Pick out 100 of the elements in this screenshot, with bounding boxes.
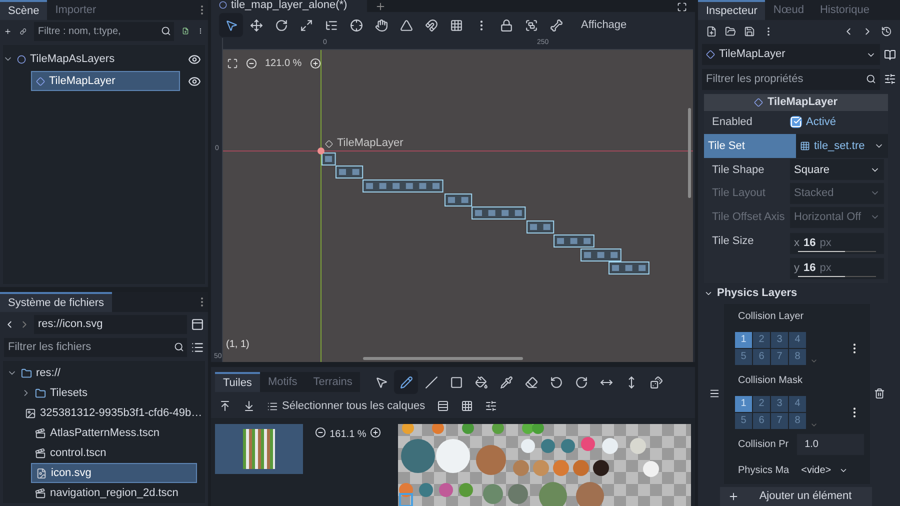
folder-icon xyxy=(21,368,32,378)
hand-icon xyxy=(374,18,388,32)
tree-item[interactable]: TileMapAsLayers xyxy=(13,49,180,69)
rectangle-icon xyxy=(450,376,463,388)
file-item[interactable]: Tilesets xyxy=(31,383,197,403)
grid-icon[interactable] xyxy=(461,400,474,412)
resource-picker[interactable]: tile_set.tre xyxy=(796,134,888,158)
dice-icon xyxy=(650,376,663,388)
view-menu[interactable]: Affichage xyxy=(577,16,631,34)
zoom-in-icon[interactable] xyxy=(310,58,321,70)
zoom-out-icon[interactable] xyxy=(246,58,257,70)
save-icon[interactable] xyxy=(744,26,755,36)
grid-icon xyxy=(450,18,462,32)
rotate-icon xyxy=(274,18,288,32)
doc-icon[interactable] xyxy=(884,48,896,60)
new-tab-icon[interactable] xyxy=(375,1,386,12)
pencil-icon xyxy=(400,376,413,388)
zoom-in-icon[interactable] xyxy=(370,427,382,438)
atlas-thumbnail[interactable] xyxy=(215,424,303,474)
fullscreen-icon[interactable] xyxy=(677,2,687,12)
rotate-right-icon xyxy=(574,376,588,388)
file-item[interactable]: res:// xyxy=(17,363,197,383)
panel-tab[interactable]: Scène xyxy=(0,0,48,20)
number-field[interactable]: x 16 px xyxy=(790,233,884,254)
file-item[interactable]: icon.svg xyxy=(31,463,197,483)
rotate-left-icon xyxy=(550,376,563,388)
panel-tab[interactable]: Tuiles xyxy=(215,372,260,392)
select-all-layers-button[interactable]: Sélectionner tous les calques xyxy=(267,398,426,414)
visibility-icon[interactable] xyxy=(188,52,201,66)
file-item[interactable]: AtlasPatternMess.tscn xyxy=(31,423,197,443)
file-icon xyxy=(35,428,46,438)
checkbox-icon xyxy=(790,116,802,128)
filter-field[interactable]: Filtre : nom, t:type, xyxy=(34,22,174,40)
property-label: Tile Offset Axis xyxy=(711,210,786,225)
zoom-level: 161.1 % xyxy=(330,428,366,442)
search-icon[interactable] xyxy=(866,74,876,84)
group-icon xyxy=(524,18,538,32)
ruler-icon xyxy=(400,18,412,32)
picker-icon xyxy=(500,376,513,388)
bone-icon xyxy=(550,18,562,32)
node-icon xyxy=(754,98,764,108)
dropdown[interactable]: Square xyxy=(790,159,884,180)
property-label[interactable]: Tile Set xyxy=(704,134,796,158)
zoom-out-icon[interactable] xyxy=(314,427,326,438)
pencil-tool-button[interactable] xyxy=(394,370,418,394)
visibility-icon[interactable] xyxy=(188,74,201,88)
panel-tab[interactable]: Système de fichiers xyxy=(0,292,112,312)
layers-icon[interactable] xyxy=(437,400,450,412)
add-element-button[interactable]: Ajouter un élément xyxy=(720,486,872,506)
filter-field[interactable]: Filtrer les propriétés xyxy=(702,68,880,90)
tile-atlas-drawing[interactable] xyxy=(398,424,692,506)
file-item[interactable]: 325381312-9935b3f1-cfd6-49b… xyxy=(21,403,205,423)
list-icon xyxy=(324,18,338,32)
open-icon[interactable] xyxy=(725,26,736,36)
pointer-icon xyxy=(224,18,238,32)
number-field[interactable]: 1.0 xyxy=(796,434,864,456)
pointer-tool-button[interactable] xyxy=(219,13,243,38)
history-icon[interactable] xyxy=(881,26,892,36)
sort-icon[interactable] xyxy=(191,340,204,354)
new-resource-icon[interactable] xyxy=(706,26,717,36)
tree-item[interactable]: TileMapLayer xyxy=(31,71,180,91)
layer-down-icon[interactable] xyxy=(243,400,255,412)
panel-tab[interactable]: Inspecteur xyxy=(698,0,766,20)
settings-icon[interactable] xyxy=(485,400,498,412)
lock-icon xyxy=(500,18,512,32)
number-field[interactable]: y 16 px xyxy=(790,258,884,280)
file-item[interactable]: control.tscn xyxy=(31,443,197,463)
layout-icon[interactable] xyxy=(191,318,204,330)
settings-icon[interactable] xyxy=(884,73,896,85)
section-toggle[interactable]: Physics Layers xyxy=(704,283,888,304)
eraser-icon xyxy=(524,376,538,388)
enabled-checkbox[interactable]: Activé xyxy=(790,114,836,131)
search-icon[interactable] xyxy=(161,26,171,36)
plus-icon xyxy=(728,490,739,502)
pointer-icon xyxy=(374,376,388,388)
atlas-preview-drawing xyxy=(242,429,275,469)
magnet-icon xyxy=(424,18,438,32)
file-icon xyxy=(25,408,36,418)
drag-handle-icon[interactable] xyxy=(708,388,720,400)
scrollbar[interactable] xyxy=(363,357,523,360)
resource-picker[interactable]: <vide> xyxy=(797,460,864,482)
object-selector[interactable]: TileMapLayer xyxy=(702,44,880,65)
scrollbar[interactable] xyxy=(688,108,691,198)
property-label: Collision Mask xyxy=(737,374,804,388)
zoom-level: 121.0 % xyxy=(265,57,302,72)
file-icon xyxy=(35,488,46,498)
filter-field[interactable]: Filtrer les fichiers xyxy=(4,338,187,356)
delete-icon[interactable] xyxy=(874,388,884,400)
center-view-icon[interactable] xyxy=(227,58,238,70)
link-icon[interactable] xyxy=(20,26,26,36)
file-icon xyxy=(35,448,46,458)
property-label: Tile Size xyxy=(711,234,755,250)
origin-marker-icon xyxy=(318,148,324,155)
file-item[interactable]: navigation_region_2d.tscn xyxy=(31,483,197,503)
script-icon[interactable] xyxy=(182,25,189,37)
layer-up-icon[interactable] xyxy=(219,400,231,412)
path-field[interactable]: res://icon.svg xyxy=(34,314,187,334)
cursor-coordinates: (1, 1) xyxy=(226,338,250,352)
property-label: Tile Shape xyxy=(711,162,766,178)
search-icon[interactable] xyxy=(174,342,184,352)
